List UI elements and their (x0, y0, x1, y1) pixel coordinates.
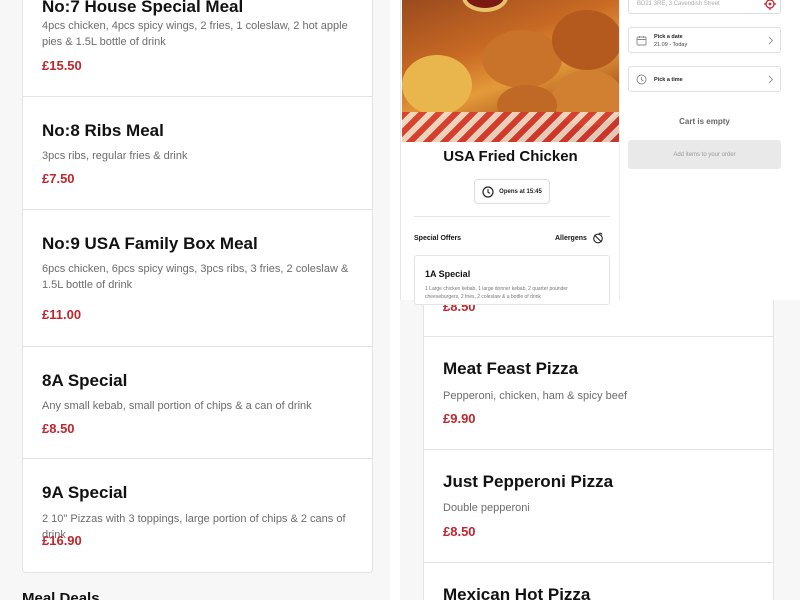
chicken-piece (552, 10, 619, 70)
menu-item-price: £8.50 (443, 524, 476, 539)
food-hero-image (402, 0, 619, 142)
cart-status: Cart is empty (679, 117, 730, 126)
calendar-icon (636, 36, 647, 46)
menu-item-price: £16.90 (42, 533, 82, 548)
dip-bowl (462, 0, 508, 12)
menu-item-name: No:9 USA Family Box Meal (42, 234, 258, 253)
striped-paper (402, 112, 619, 142)
pick-time-button[interactable]: Pick a time (628, 66, 781, 92)
menu-item-price: £11.00 (42, 307, 82, 322)
menu-item-card[interactable]: Mexican Hot Pizza (424, 563, 773, 600)
opening-time-badge: Opens at 15:45 (474, 179, 550, 204)
menu-item-card[interactable]: 8A Special Any small kebab, small portio… (23, 347, 372, 459)
menu-item-name: Mexican Hot Pizza (443, 585, 591, 600)
chicken-piece (482, 30, 562, 88)
special-offer-card[interactable]: 1A Special 1 Large chicken kebab, 1 larg… (414, 255, 610, 305)
section-heading-meal-deals: Meal Deals (22, 590, 100, 600)
shop-name: USA Fried Chicken (443, 148, 578, 165)
shop-info-panel: USA Fried Chicken Opens at 15:45 Special… (400, 0, 800, 305)
location-target-icon[interactable] (764, 0, 776, 10)
menu-item-price: £9.90 (443, 411, 476, 426)
special-offer-description: 1 Large chicken kebab, 1 large donner ke… (425, 286, 568, 300)
menu-item-description: Any small kebab, small portion of chips … (42, 400, 312, 412)
add-items-button[interactable]: Add items to your order (628, 140, 781, 169)
menu-item-name: No:8 Ribs Meal (42, 121, 164, 140)
pick-date-value: 21.09 - Today (654, 42, 688, 48)
pick-date-label: Pick a date (654, 34, 683, 40)
menu-item-name: Meat Feast Pizza (443, 359, 579, 378)
menu-item-card[interactable]: Meat Feast Pizza Pepperoni, chicken, ham… (424, 337, 773, 450)
menu-item-name: 9A Special (42, 483, 128, 502)
menu-item-card[interactable]: No:9 USA Family Box Meal 6pcs chicken, 6… (23, 210, 372, 347)
special-offers-heading: Special Offers (414, 235, 462, 242)
pick-time-label: Pick a time (654, 77, 683, 83)
menu-item-name: No:7 House Special Meal (42, 0, 244, 16)
menu-item-name: Just Pepperoni Pizza (443, 472, 614, 491)
menu-item-description: 6pcs chicken, 6pcs spicy wings, 3pcs rib… (42, 263, 349, 291)
chevron-right-icon (768, 36, 774, 45)
fries (402, 55, 472, 115)
menu-item-description: 2 10" Pizzas with 3 toppings, large port… (42, 513, 346, 541)
menu-item-card[interactable]: 9A Special 2 10" Pizzas with 3 toppings,… (23, 459, 372, 572)
order-panel: BD21 3RE, 3 Cavendish Street Pick a date… (619, 0, 800, 300)
chevron-right-icon (768, 75, 774, 84)
clock-icon (482, 185, 494, 198)
menu-item-price: £8.50 (42, 421, 75, 436)
menu-item-card[interactable]: No:8 Ribs Meal 3pcs ribs, regular fries … (23, 97, 372, 210)
menu-item-name: 8A Special (42, 371, 128, 390)
clock-icon (636, 74, 647, 85)
pizza-column: £8.50 Meat Feast Pizza Pepperoni, chicke… (400, 290, 800, 600)
menu-item-description: 4pcs chicken, 4pcs spicy wings, 2 fries,… (42, 20, 348, 48)
menu-item-card[interactable]: No:7 House Special Meal 4pcs chicken, 4p… (23, 0, 372, 97)
divider (414, 216, 610, 217)
delivery-address-field[interactable]: BD21 3RE, 3 Cavendish Street (628, 0, 781, 14)
menu-item-description: Pepperoni, chicken, ham & spicy beef (443, 390, 628, 402)
menu-item-description: Double pepperoni (443, 502, 530, 514)
menu-item-price: £7.50 (42, 171, 75, 186)
allergens-icon (593, 232, 603, 244)
menu-item-description: 3pcs ribs, regular fries & drink (42, 150, 188, 162)
menu-column: No:7 House Special Meal 4pcs chicken, 4p… (0, 0, 390, 600)
allergens-button[interactable]: Allergens (555, 232, 604, 244)
special-offer-name: 1A Special (425, 269, 471, 279)
menu-item-price: £15.50 (42, 58, 82, 73)
opening-time-text: Opens at 15:45 (499, 188, 542, 195)
menu-item-list: No:7 House Special Meal 4pcs chicken, 4p… (22, 0, 373, 573)
pick-date-button[interactable]: Pick a date 21.09 - Today (628, 27, 781, 53)
allergens-label: Allergens (555, 234, 587, 242)
menu-item-card[interactable]: Just Pepperoni Pizza Double pepperoni £8… (424, 450, 773, 563)
pizza-item-list: £8.50 Meat Feast Pizza Pepperoni, chicke… (423, 290, 774, 600)
delivery-address-text: BD21 3RE, 3 Cavendish Street (637, 1, 720, 7)
